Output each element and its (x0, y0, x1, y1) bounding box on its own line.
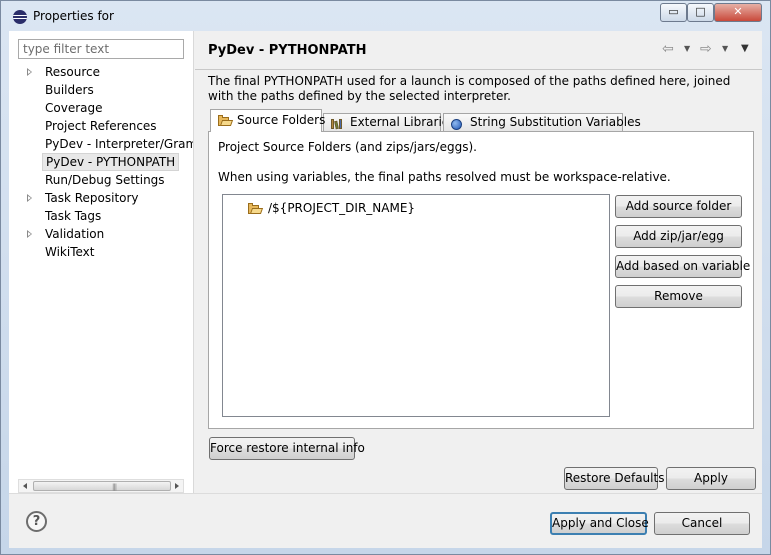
tree-item-label: WikiText (45, 245, 95, 259)
tree-item-pydev-pythonpath[interactable]: PyDev - PYTHONPATH (9, 153, 193, 171)
tree-item-label: Run/Debug Settings (45, 173, 165, 187)
page-description: The final PYTHONPATH used for a launch i… (208, 74, 731, 103)
tree-item-builders[interactable]: Builders (9, 81, 193, 99)
force-restore-button[interactable]: Force restore internal info (209, 437, 365, 460)
scrollbar-thumb[interactable]: ||| (33, 481, 171, 491)
tree-item-wikitext[interactable]: WikiText (9, 243, 193, 261)
source-folders-note: When using variables, the final paths re… (218, 170, 671, 184)
header-divider (195, 69, 762, 70)
tree-item-label: Task Tags (45, 209, 102, 223)
source-folders-heading: Project Source Folders (and zips/jars/eg… (218, 140, 477, 154)
back-dropdown-icon[interactable]: ▼ (684, 44, 690, 53)
tree-item-pydev-interpreter-grammar[interactable]: PyDev - Interpreter/Grammar (9, 135, 193, 153)
folder-icon (218, 115, 234, 126)
apply-button[interactable]: Apply (666, 467, 756, 490)
minimize-icon: ▭ (668, 5, 679, 18)
maximize-icon: □ (695, 5, 706, 18)
title-bar[interactable]: Properties for ▭ □ ✕ (1, 1, 770, 31)
tree-horizontal-scrollbar[interactable]: ||| (18, 479, 184, 493)
cancel-button[interactable]: Cancel (654, 512, 750, 535)
remove-button[interactable]: Remove (615, 285, 742, 308)
tree-item-run-debug-settings[interactable]: Run/Debug Settings (9, 171, 193, 189)
dialog-body: Resource Builders Coverage Project Refer… (9, 31, 762, 548)
minimize-button[interactable]: ▭ (660, 3, 687, 22)
restore-defaults-button[interactable]: Restore Defaults (564, 467, 664, 490)
expand-arrow-icon[interactable] (27, 68, 32, 76)
tree-item-task-repository[interactable]: Task Repository (9, 189, 193, 207)
help-icon[interactable]: ? (26, 511, 47, 532)
tab-label: String Substitution Variables (470, 115, 641, 129)
apply-and-close-button[interactable]: Apply and Close (550, 512, 649, 535)
tree-item-task-tags[interactable]: Task Tags (9, 207, 193, 225)
scroll-right-icon[interactable] (175, 483, 179, 489)
tree-item-resource[interactable]: Resource (9, 63, 193, 81)
tab-strip: Source Folders External Libraries String… (208, 109, 758, 132)
tree-item-label: Coverage (45, 101, 103, 115)
variable-icon (451, 118, 465, 130)
page-title: PyDev - PYTHONPATH (208, 43, 367, 58)
window-title: Properties for (33, 9, 114, 23)
tab-label: External Libraries (350, 115, 456, 129)
tree-item-validation[interactable]: Validation (9, 225, 193, 243)
tree-item-label: Resource (45, 65, 101, 79)
tree-item-label: PyDev - PYTHONPATH (42, 153, 180, 171)
property-tree: Resource Builders Coverage Project Refer… (9, 63, 193, 261)
close-button[interactable]: ✕ (714, 3, 762, 22)
scrollbar-grip: ||| (112, 483, 117, 491)
tree-item-label: PyDev - Interpreter/Grammar (45, 137, 193, 151)
source-folder-list[interactable]: /${PROJECT_DIR_NAME} (222, 194, 610, 417)
tree-item-label: Validation (45, 227, 105, 241)
tree-item-label: Builders (45, 83, 94, 97)
scroll-left-icon[interactable] (23, 483, 27, 489)
list-item-label: /${PROJECT_DIR_NAME} (268, 201, 416, 215)
add-zip-jar-egg-button[interactable]: Add zip/jar/egg (615, 225, 742, 248)
tab-string-substitution-variables[interactable]: String Substitution Variables (443, 113, 641, 132)
folder-icon (248, 203, 264, 214)
back-arrow-icon[interactable]: ⇦ (662, 41, 674, 57)
filter-input[interactable] (18, 39, 184, 59)
tree-item-label: Task Repository (45, 191, 139, 205)
library-icon (331, 118, 345, 130)
forward-arrow-icon[interactable]: ⇨ (700, 41, 712, 57)
footer-divider (9, 493, 762, 494)
add-source-folder-button[interactable]: Add source folder (615, 195, 742, 218)
view-menu-icon[interactable]: ▼ (741, 43, 749, 54)
eclipse-icon (13, 10, 27, 24)
forward-dropdown-icon[interactable]: ▼ (722, 44, 728, 53)
tree-item-project-references[interactable]: Project References (9, 117, 193, 135)
close-icon: ✕ (733, 5, 743, 18)
tree-item-coverage[interactable]: Coverage (9, 99, 193, 117)
tab-external-libraries[interactable]: External Libraries (323, 113, 455, 132)
maximize-button[interactable]: □ (687, 3, 714, 22)
tab-label: Source Folders (237, 113, 326, 127)
page-header: PyDev - PYTHONPATH ⇦ ▼ ⇨ ▼ ▼ (195, 31, 762, 69)
property-navigation-pane: Resource Builders Coverage Project Refer… (9, 31, 194, 493)
expand-arrow-icon[interactable] (27, 230, 32, 238)
expand-arrow-icon[interactable] (27, 194, 32, 202)
tree-item-label: Project References (45, 119, 157, 133)
source-folders-panel: Project Source Folders (and zips/jars/eg… (208, 131, 754, 429)
tab-source-folders[interactable]: Source Folders (210, 109, 326, 132)
add-based-on-variable-button[interactable]: Add based on variable (615, 255, 750, 278)
properties-dialog: Properties for ▭ □ ✕ Resource Builders C… (0, 0, 771, 555)
